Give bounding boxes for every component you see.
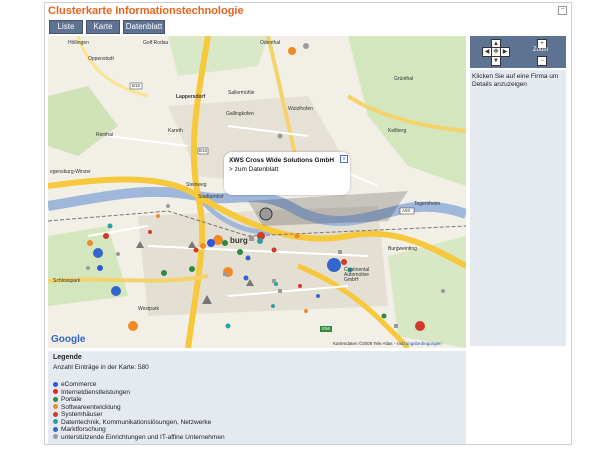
legend-dot-icon bbox=[53, 426, 58, 432]
tab-liste[interactable]: Liste bbox=[49, 20, 83, 34]
road-shield: B16 bbox=[199, 148, 208, 153]
legend-item: Portale bbox=[53, 396, 82, 403]
map-label: Wutzlhofen bbox=[288, 106, 313, 112]
legend-dot-icon bbox=[53, 419, 58, 425]
map-label: egensburg-Winzer bbox=[50, 169, 91, 175]
map-label: Sallermühle bbox=[228, 90, 255, 96]
legend-dot-icon bbox=[53, 396, 58, 402]
terms-link[interactable]: Nutzungsbedingungen bbox=[397, 341, 442, 346]
zoom-out-icon[interactable]: − bbox=[537, 56, 547, 66]
map-label: Tegernheim bbox=[414, 201, 441, 207]
legend-item: unterstützende Einrichtungen und IT-affi… bbox=[53, 434, 225, 441]
collapse-icon[interactable]: − bbox=[558, 6, 567, 15]
legend-dot-icon bbox=[53, 389, 58, 395]
map-label: Kareth bbox=[168, 128, 183, 134]
map-label: Continental Automotive GmbH bbox=[344, 267, 370, 283]
page-title: Clusterkarte Informationstechnologie bbox=[48, 5, 244, 17]
map-label: Odenthal bbox=[260, 40, 281, 46]
map-label: Gallingkofen bbox=[226, 111, 254, 117]
map-controls: ▲ ◀ ✥ ▶ ▼ + − bbox=[470, 36, 566, 68]
popup-company-name: XWS Cross Wide Solutions GmbH bbox=[229, 157, 335, 164]
legend-item: eCommerce bbox=[53, 381, 96, 388]
map-label: Golf Rodau bbox=[143, 40, 169, 46]
map-copyright: Kartendaten ©2009 Tele Atlas - Nutzungsb… bbox=[333, 341, 442, 346]
map-label: Reinhai bbox=[96, 132, 113, 138]
legend-label: unterstützende Einrichtungen und IT-affi… bbox=[61, 433, 225, 441]
road-shield: B15 bbox=[132, 83, 141, 88]
map-label: Stadtamhof bbox=[198, 194, 224, 200]
legend-label: Portale bbox=[61, 396, 82, 403]
legend-title: Legende bbox=[53, 354, 82, 361]
info-panel: Klicken Sie auf eine Firma um Details an… bbox=[470, 70, 566, 346]
map-label: Westpark bbox=[138, 306, 160, 312]
map-label: burg bbox=[230, 236, 248, 245]
legend-label: Datentechnik, Kommunikationslösungen, Ne… bbox=[61, 418, 212, 426]
pan-down-icon[interactable]: ▼ bbox=[491, 56, 501, 66]
legend-item: Systemhäuser bbox=[53, 411, 103, 418]
map-label: Grünthal bbox=[394, 76, 414, 82]
legend-item: Internetdienstleistungen bbox=[53, 389, 130, 396]
legend-count: Anzahl Einträge in der Karte: 580 bbox=[53, 364, 149, 371]
tab-datenblatt[interactable]: Datenblatt bbox=[123, 20, 165, 34]
copyright-text: Kartendaten ©2009 Tele Atlas - bbox=[333, 341, 396, 346]
map-label: Höllingen bbox=[68, 40, 89, 46]
map-label: Burgweinting bbox=[388, 246, 417, 252]
legend-label: Marktforschung bbox=[61, 426, 106, 433]
info-popup: XWS Cross Wide Solutions GmbH > zum Date… bbox=[224, 152, 350, 195]
map-label: Steinweg bbox=[186, 182, 207, 188]
legend-dot-icon bbox=[53, 434, 58, 440]
google-logo: Google bbox=[51, 334, 86, 345]
road-shield: A93 bbox=[402, 208, 411, 213]
tab-karte[interactable]: Karte bbox=[86, 20, 120, 34]
pan-right-icon[interactable]: ▶ bbox=[500, 47, 510, 57]
popup-datasheet-link[interactable]: > zum Datenblatt bbox=[229, 166, 278, 173]
legend-item: Softwareentwicklung bbox=[53, 404, 121, 411]
zoom-label: Zoom bbox=[533, 47, 549, 53]
legend-label: eCommerce bbox=[61, 381, 97, 388]
legend: Legende Anzahl Einträge in der Karte: 58… bbox=[48, 351, 466, 444]
map-label: Lappersdorf bbox=[176, 94, 206, 100]
road-shield: E56 bbox=[322, 326, 331, 331]
map-label: Oppenstodt bbox=[88, 56, 114, 62]
legend-item: Marktforschung bbox=[53, 426, 106, 433]
legend-dot-icon bbox=[53, 404, 58, 410]
legend-dot-icon bbox=[53, 411, 58, 417]
map-label: Keilberg bbox=[388, 128, 407, 134]
legend-label: Softwareentwicklung bbox=[61, 403, 121, 411]
legend-item: Datentechnik, Kommunikationslösungen, Ne… bbox=[53, 419, 211, 426]
legend-dot-icon bbox=[53, 381, 58, 387]
legend-label: Internetdienstleistungen bbox=[61, 388, 131, 396]
close-icon[interactable]: x bbox=[340, 155, 348, 163]
legend-label: Systemhäuser bbox=[61, 411, 103, 418]
map-label: Schlosspark bbox=[53, 278, 81, 284]
